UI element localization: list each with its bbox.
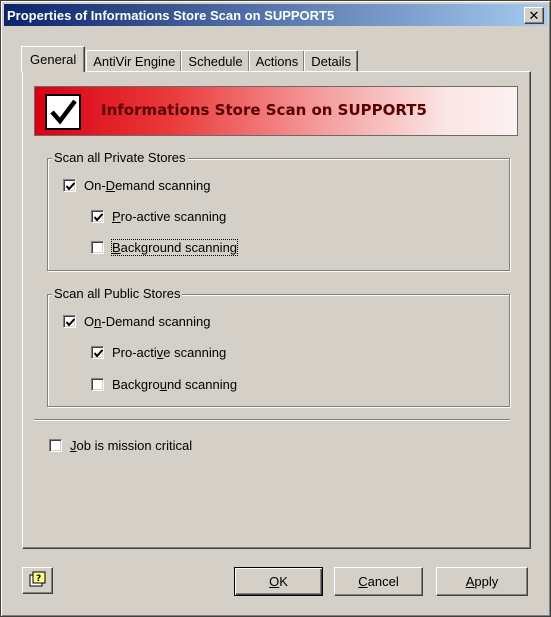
help-button[interactable]: ? bbox=[22, 567, 53, 594]
close-button[interactable]: ✕ bbox=[524, 7, 544, 24]
apply-button[interactable]: Apply bbox=[436, 567, 528, 596]
private-stores-legend: Scan all Private Stores bbox=[52, 150, 188, 165]
mission-critical-checkbox[interactable]: Job is mission critical bbox=[49, 438, 192, 453]
help-icon: ? bbox=[28, 570, 48, 591]
private-background-checkbox[interactable]: Background scanning bbox=[91, 239, 239, 256]
tab-schedule[interactable]: Schedule bbox=[181, 50, 250, 72]
checkbox-label: On-Demand scanning bbox=[84, 314, 211, 329]
ok-button[interactable]: OK bbox=[234, 567, 323, 596]
checkbox-label: On-Demand scanning bbox=[84, 178, 211, 193]
tab-actions[interactable]: Actions bbox=[248, 50, 306, 72]
close-icon: ✕ bbox=[528, 8, 540, 23]
checkmark-icon bbox=[45, 94, 81, 130]
checkbox-label: Pro-active scanning bbox=[112, 209, 227, 224]
tab-details[interactable]: Details bbox=[304, 50, 359, 72]
public-proactive-checkbox[interactable]: Pro-active scanning bbox=[91, 345, 226, 360]
cancel-button-label: Cancel bbox=[358, 574, 399, 589]
properties-dialog: Properties of Informations Store Scan on… bbox=[0, 0, 551, 617]
public-stores-legend: Scan all Public Stores bbox=[52, 286, 183, 301]
public-background-checkbox[interactable]: Background scanning bbox=[91, 377, 237, 392]
public-on-demand-checkbox[interactable]: On-Demand scanning bbox=[63, 314, 210, 329]
tab-schedule-label: Schedule bbox=[188, 54, 243, 69]
tab-general[interactable]: General bbox=[21, 46, 86, 72]
checkbox-label: Background scanning bbox=[112, 377, 238, 392]
checkbox-checked[interactable] bbox=[63, 315, 76, 328]
checkbox-label: Background scanning bbox=[110, 239, 239, 256]
ok-button-label: OK bbox=[269, 574, 288, 589]
checkbox-unchecked[interactable] bbox=[91, 378, 104, 391]
title-bar[interactable]: Properties of Informations Store Scan on… bbox=[4, 4, 547, 26]
tab-antivir-engine-label: AntiVir Engine bbox=[93, 54, 176, 69]
cancel-button[interactable]: Cancel bbox=[334, 567, 423, 596]
checkbox-unchecked[interactable] bbox=[49, 439, 62, 452]
tab-details-label: Details bbox=[311, 54, 352, 69]
apply-button-label: Apply bbox=[465, 574, 499, 589]
private-proactive-checkbox[interactable]: Pro-active scanning bbox=[91, 209, 226, 224]
checkbox-checked[interactable] bbox=[91, 210, 104, 223]
banner-title: Informations Store Scan on SUPPORT5 bbox=[101, 101, 427, 119]
tab-strip: General AntiVir Engine Schedule Actions … bbox=[21, 46, 359, 72]
window-title: Properties of Informations Store Scan on… bbox=[7, 7, 335, 23]
separator bbox=[34, 419, 510, 421]
tab-general-label: General bbox=[30, 52, 77, 67]
tab-actions-label: Actions bbox=[255, 54, 299, 69]
job-banner: Informations Store Scan on SUPPORT5 bbox=[34, 86, 518, 136]
checkbox-checked[interactable] bbox=[91, 346, 104, 359]
private-on-demand-checkbox[interactable]: On-Demand scanning bbox=[63, 178, 210, 193]
checkbox-checked[interactable] bbox=[63, 179, 76, 192]
checkbox-label: Job is mission critical bbox=[70, 438, 193, 453]
checkbox-unchecked[interactable] bbox=[91, 241, 104, 254]
checkbox-label: Pro-active scanning bbox=[112, 345, 227, 360]
tab-antivir-engine[interactable]: AntiVir Engine bbox=[86, 50, 183, 72]
svg-text:?: ? bbox=[36, 574, 41, 584]
